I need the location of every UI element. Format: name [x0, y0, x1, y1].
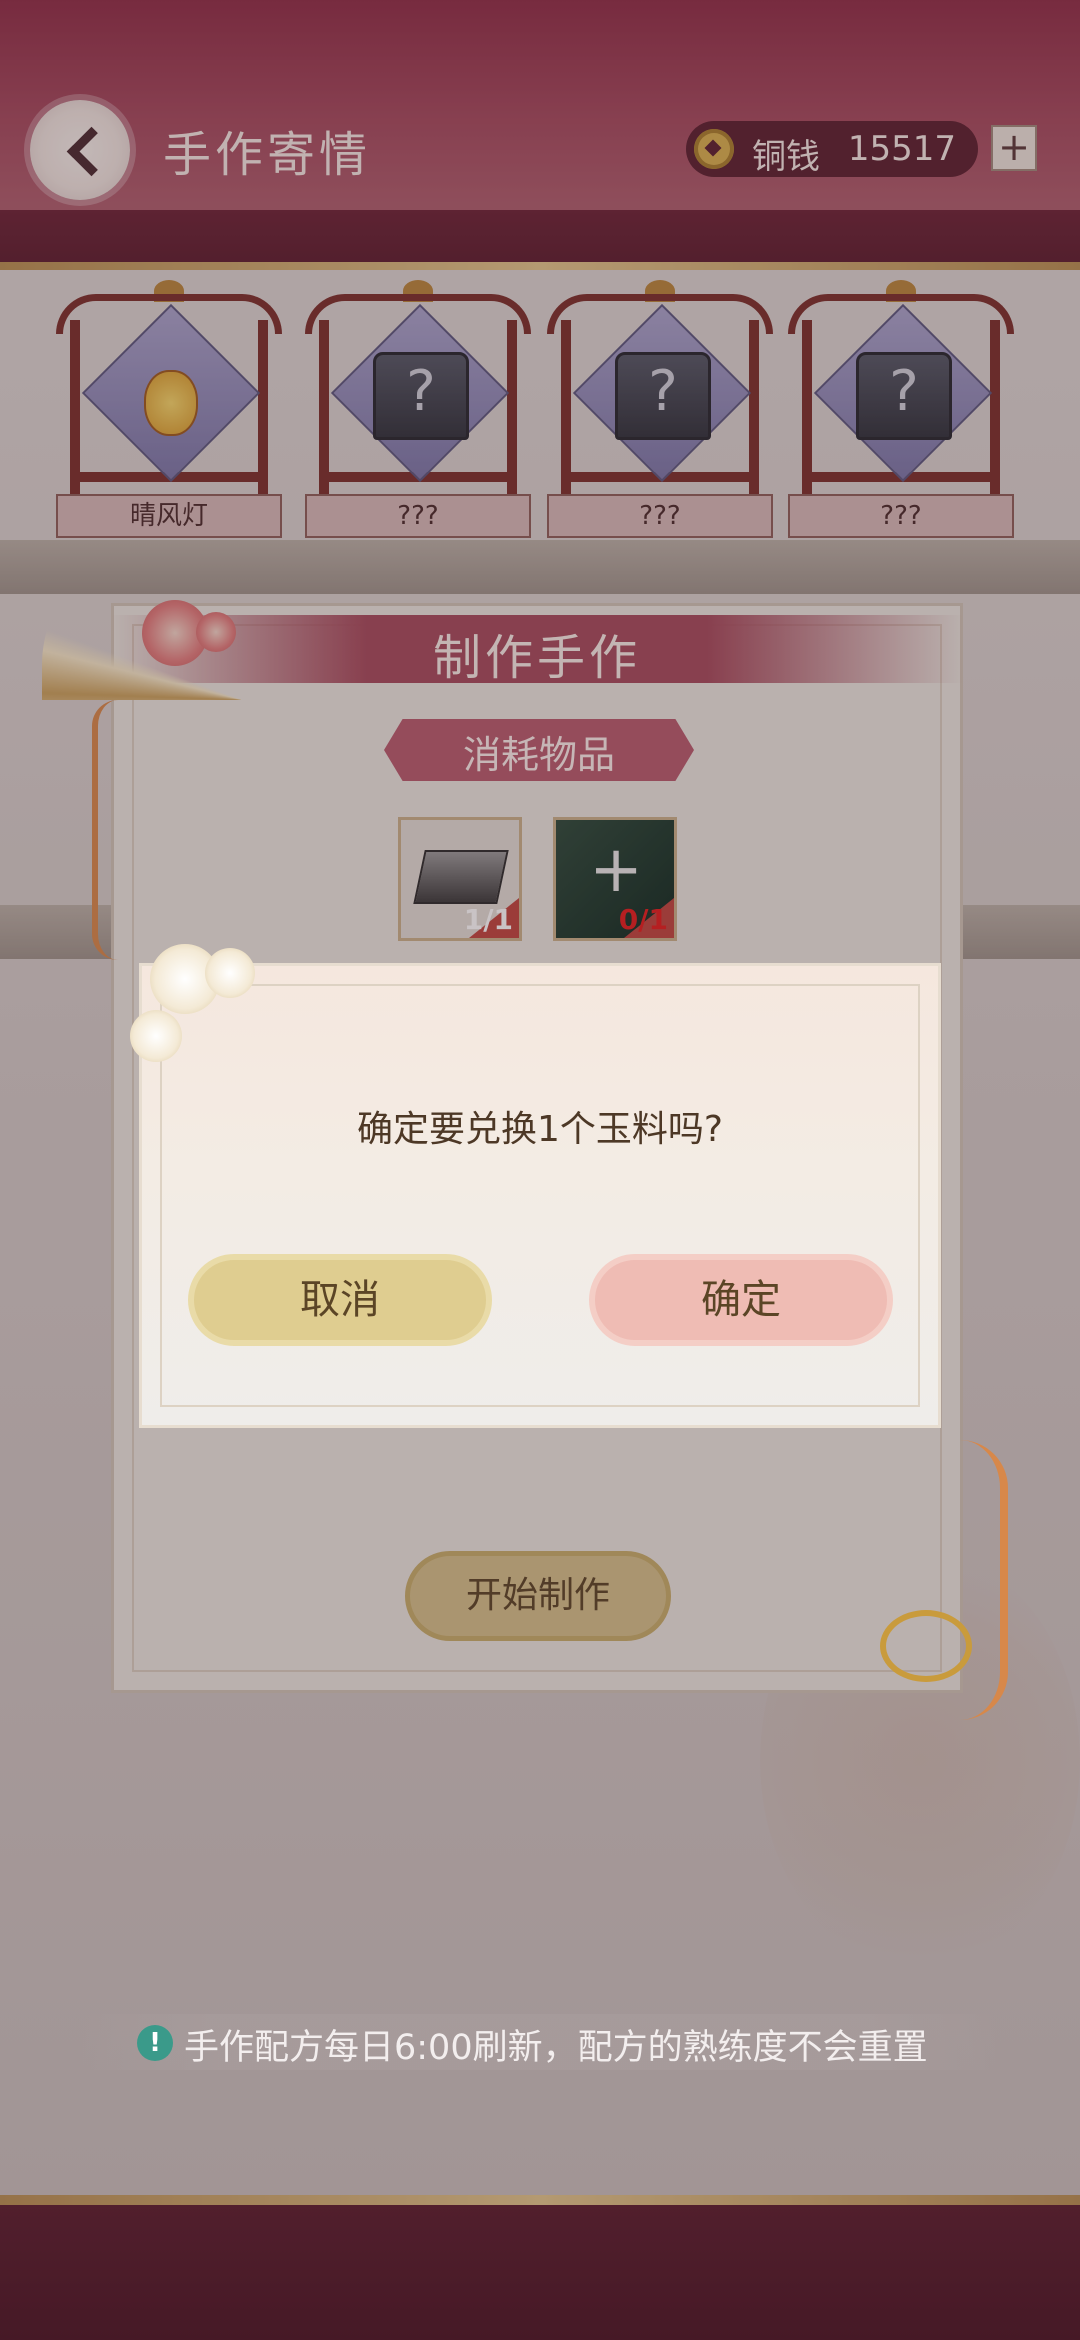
sakura-decoration — [130, 1010, 182, 1062]
confirm-button[interactable]: 确定 — [589, 1254, 893, 1346]
ribbon-decoration — [960, 1440, 1008, 1720]
cancel-button[interactable]: 取消 — [188, 1254, 492, 1346]
sakura-decoration — [205, 948, 255, 998]
dialog-message: 确定要兑换1个玉料吗? — [356, 1109, 723, 1150]
tip-text: 手作配方每日6:00刷新，配方的熟练度不会重置 — [184, 2028, 928, 2068]
confirm-dialog — [139, 963, 941, 1428]
info-icon: ! — [137, 2025, 173, 2061]
scissors-decoration — [880, 1610, 972, 1682]
